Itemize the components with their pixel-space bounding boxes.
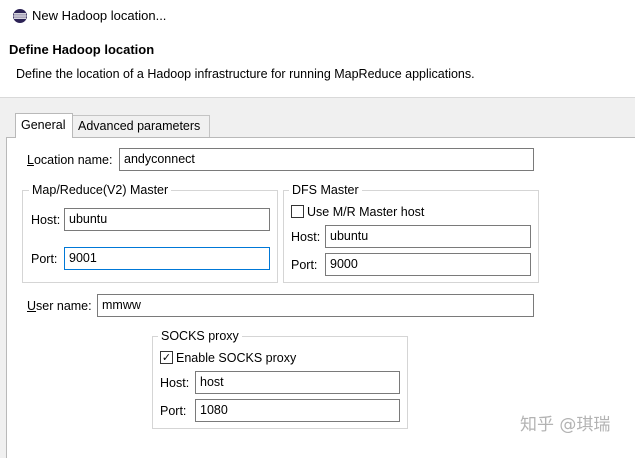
watermark: 知乎 @琪瑞 xyxy=(520,415,611,435)
eclipse-app-icon xyxy=(13,9,27,23)
page-description: Define the location of a Hadoop infrastr… xyxy=(16,67,475,81)
mr-host-label: Host: xyxy=(31,213,61,227)
mr-host-field[interactable]: ubuntu xyxy=(64,208,270,231)
checkmark-icon: ✓ xyxy=(161,351,172,364)
enable-socks-proxy-checkbox[interactable]: ✓ xyxy=(160,351,173,364)
mr-port-field[interactable]: 9001 xyxy=(64,247,270,270)
use-mr-master-host-checkbox[interactable] xyxy=(291,205,304,218)
tab-advanced-parameters[interactable]: Advanced parameters xyxy=(73,115,210,137)
dfs-port-label: Port: xyxy=(291,258,318,272)
socks-port-label: Port: xyxy=(160,404,187,418)
page-title: Define Hadoop location xyxy=(9,42,155,57)
tab-general[interactable]: General xyxy=(15,113,73,138)
window-titlebar[interactable]: New Hadoop location... xyxy=(0,0,635,32)
dfs-host-label: Host: xyxy=(291,230,321,244)
location-name-label: Location name: xyxy=(27,153,113,167)
socks-port-field[interactable]: 1080 xyxy=(195,399,400,422)
use-mr-master-host-label[interactable]: Use M/R Master host xyxy=(307,204,424,220)
dfs-port-field[interactable]: 9000 xyxy=(325,253,531,276)
enable-socks-proxy-label[interactable]: Enable SOCKS proxy xyxy=(176,350,296,366)
dfs-host-field[interactable]: ubuntu xyxy=(325,225,531,248)
dfs-master-legend: DFS Master xyxy=(289,182,362,198)
socks-host-field[interactable]: host xyxy=(195,371,400,394)
user-name-label: User name: xyxy=(27,299,92,313)
socks-proxy-legend: SOCKS proxy xyxy=(158,328,242,344)
socks-host-label: Host: xyxy=(160,376,190,390)
mr-master-legend: Map/Reduce(V2) Master xyxy=(29,182,172,198)
wizard-header: Define Hadoop location Define the locati… xyxy=(0,32,635,98)
window-title: New Hadoop location... xyxy=(32,8,167,23)
location-name-field[interactable]: andyconnect xyxy=(119,148,534,171)
mr-port-label: Port: xyxy=(31,252,58,266)
user-name-field[interactable]: mmww xyxy=(97,294,534,317)
